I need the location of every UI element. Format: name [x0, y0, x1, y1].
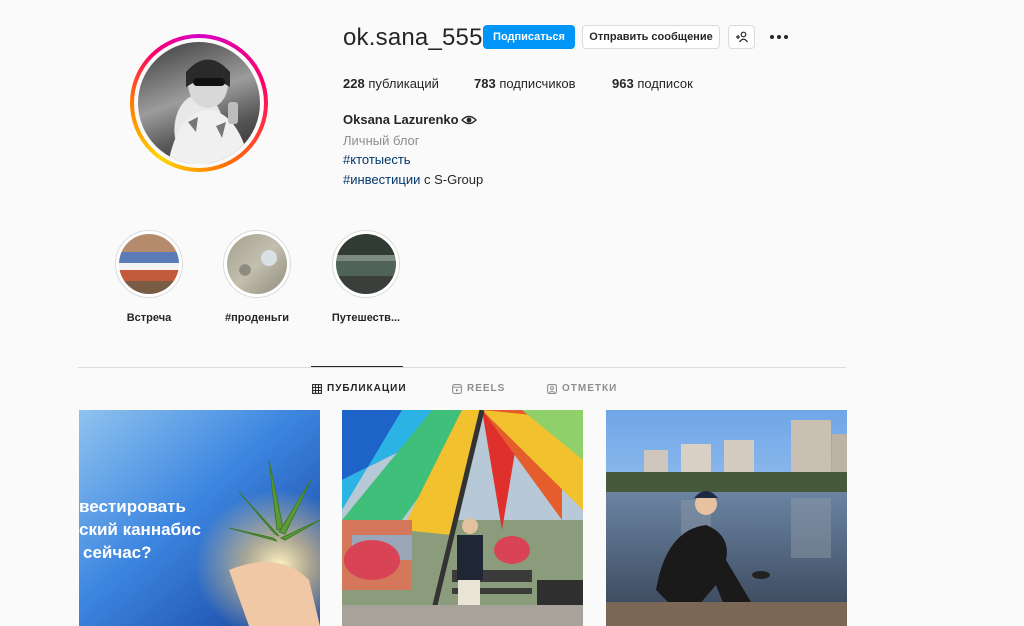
- post-thumbnail[interactable]: [342, 410, 583, 626]
- tab-tagged-label: ОТМЕТКИ: [562, 383, 618, 394]
- posts-count: 228: [343, 76, 365, 91]
- profile-category: Личный блог: [343, 133, 420, 148]
- more-options-icon: [770, 35, 788, 39]
- avatar-photo: [138, 42, 260, 164]
- tab-posts-label: ПУБЛИКАЦИИ: [327, 383, 407, 394]
- eye-icon: [460, 115, 477, 124]
- post-thumbnail[interactable]: [606, 410, 847, 626]
- profile-username: ok.sana_555: [343, 24, 483, 51]
- tab-posts[interactable]: ПУБЛИКАЦИИ: [312, 383, 407, 394]
- reels-icon: [452, 383, 462, 394]
- bio-hashtag-link-2[interactable]: #инвестиции: [343, 172, 420, 187]
- highlight-label: Встреча: [126, 312, 172, 324]
- profile-full-name: Oksana Lazurenko: [343, 112, 477, 127]
- profile-avatar[interactable]: [130, 34, 268, 172]
- highlight-item[interactable]: #проденьги: [222, 230, 292, 324]
- grid-icon: [312, 383, 322, 394]
- overlay-line-2: ский каннабис: [79, 520, 201, 539]
- follow-button[interactable]: Подписаться: [483, 25, 575, 49]
- post-overlay-text: вестировать ский каннабис сейчас?: [79, 495, 201, 564]
- highlight-cover: [227, 234, 287, 294]
- posts-label: публикаций: [368, 76, 439, 91]
- bio-line: #инвестиции с S-Group: [343, 172, 483, 187]
- overlay-line-3: сейчас?: [83, 543, 152, 562]
- tabs-divider: [78, 367, 846, 368]
- tab-reels-label: REELS: [467, 383, 506, 394]
- highlight-item[interactable]: Встреча: [114, 230, 184, 324]
- post-image-2: [342, 410, 583, 626]
- stat-posts: 228 публикаций: [343, 76, 439, 91]
- stat-following[interactable]: 963 подписок: [612, 76, 693, 91]
- highlight-item[interactable]: Путешеств...: [331, 230, 401, 324]
- tab-tagged[interactable]: ОТМЕТКИ: [547, 383, 617, 394]
- add-user-icon: [735, 31, 748, 43]
- overlay-line-1: вестировать: [79, 497, 186, 516]
- highlight-ring: [115, 230, 183, 298]
- bio-line-text: с S-Group: [420, 172, 484, 187]
- more-options-button[interactable]: [766, 27, 792, 47]
- send-message-button[interactable]: Отправить сообщение: [582, 25, 720, 49]
- stat-followers[interactable]: 783 подписчиков: [474, 76, 576, 91]
- tagged-icon: [547, 383, 557, 394]
- tab-reels[interactable]: REELS: [452, 383, 505, 394]
- highlight-cover: [119, 234, 179, 294]
- full-name-text: Oksana Lazurenko: [343, 112, 459, 127]
- bio-hashtag-link[interactable]: #ктотыесть: [343, 152, 411, 167]
- post-thumbnail[interactable]: вестировать ский каннабис сейчас?: [79, 410, 320, 626]
- following-label: подписок: [637, 76, 693, 91]
- highlight-label: Путешеств...: [331, 312, 401, 324]
- avatar-gap: [134, 38, 264, 168]
- highlight-label: #проденьги: [225, 312, 289, 324]
- suggest-similar-button[interactable]: [728, 25, 755, 49]
- followers-label: подписчиков: [499, 76, 576, 91]
- followers-count: 783: [474, 76, 496, 91]
- highlight-cover: [336, 234, 396, 294]
- active-tab-indicator: [311, 366, 403, 367]
- post-image-3: [606, 410, 847, 626]
- following-count: 963: [612, 76, 634, 91]
- highlight-ring: [332, 230, 400, 298]
- highlight-ring: [223, 230, 291, 298]
